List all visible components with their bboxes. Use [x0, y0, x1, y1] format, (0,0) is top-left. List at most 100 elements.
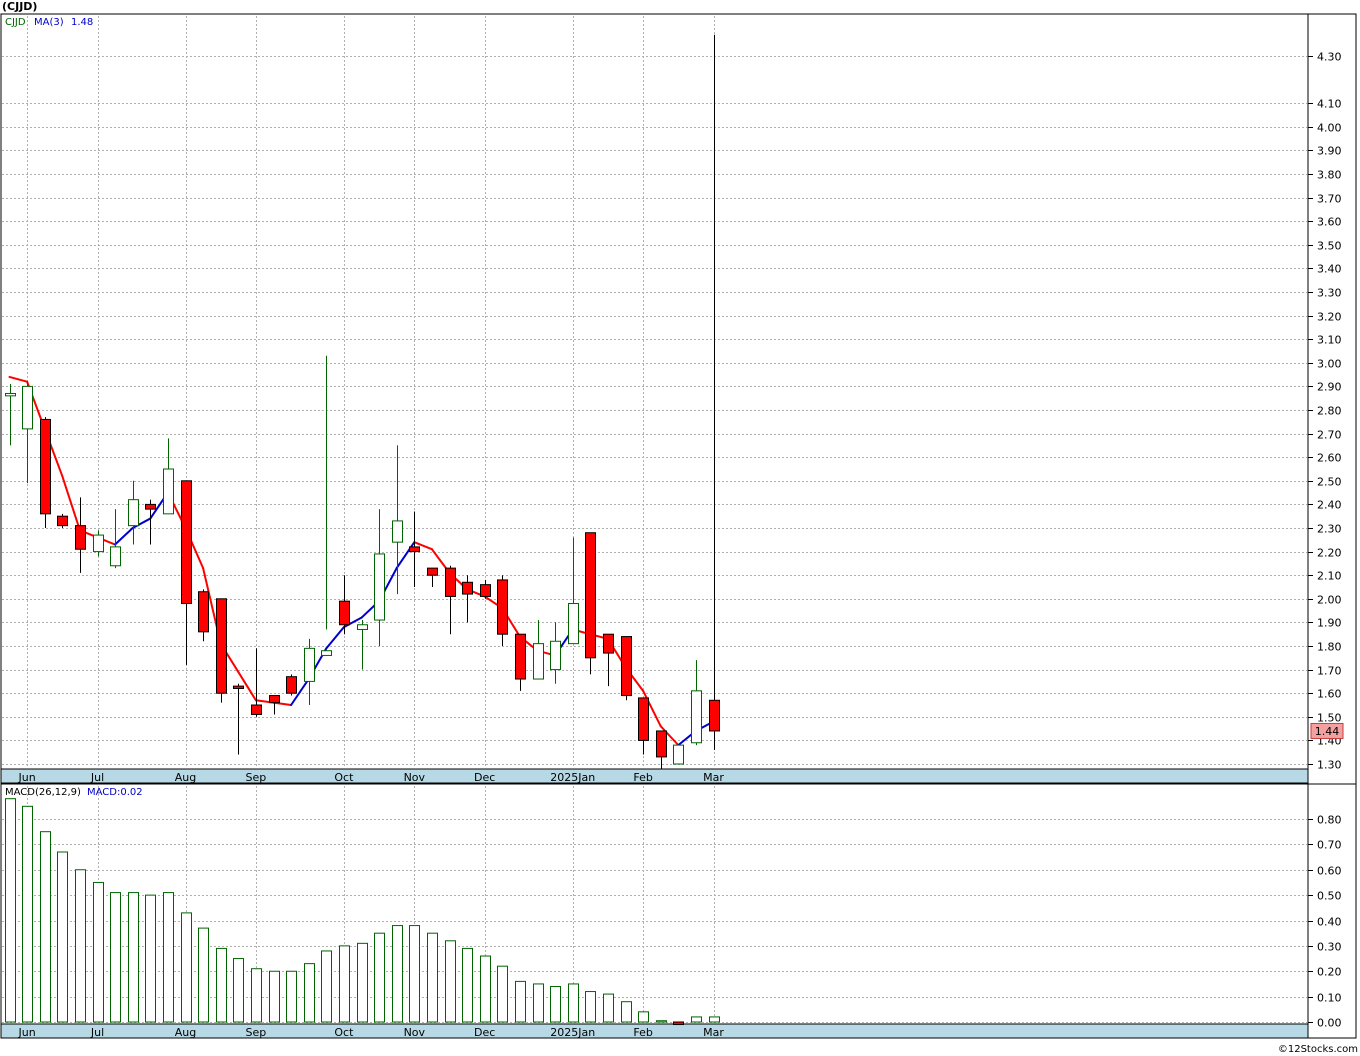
- candle-body-down: [251, 704, 262, 715]
- candle-body-down: [638, 697, 649, 741]
- macd-month-label: Sep: [246, 1026, 267, 1039]
- price-tick-label: 2.00: [1317, 594, 1342, 607]
- macd-bar: [603, 993, 614, 1023]
- price-tick-label: 2.40: [1317, 499, 1342, 512]
- candle-body-down: [181, 480, 192, 605]
- candle-body-down: [462, 581, 473, 595]
- candle: [427, 567, 438, 587]
- candle: [5, 384, 16, 446]
- candle-body-down: [656, 730, 667, 758]
- candle-body-down: [585, 532, 596, 659]
- macd-tick-label: 0.70: [1317, 839, 1342, 852]
- macd-bar: [145, 894, 156, 1023]
- candle: [691, 660, 702, 746]
- ma-segment: [325, 626, 345, 650]
- macd-bar: [462, 947, 473, 1023]
- candle: [497, 575, 508, 646]
- macd-bar: [480, 955, 491, 1023]
- candle-body-down: [409, 546, 420, 553]
- candle-body-up: [568, 603, 579, 645]
- macd-bar: [550, 985, 561, 1023]
- candle: [321, 355, 332, 656]
- candle-body-down: [286, 676, 297, 694]
- macd-bar: [110, 892, 121, 1023]
- candle: [40, 417, 51, 528]
- macd-bar: [427, 932, 438, 1023]
- macd-tick-label: 0.10: [1317, 992, 1342, 1005]
- macd-bar: [568, 983, 579, 1023]
- price-month-label: 2025Jan: [550, 771, 595, 784]
- site-credit: ©12Stocks.com: [1278, 1044, 1358, 1055]
- macd-bars: [5, 798, 720, 1026]
- candle: [269, 695, 280, 715]
- macd-bar: [198, 927, 209, 1023]
- candle-body-up: [93, 534, 104, 553]
- candle: [251, 648, 262, 717]
- candle-body-up: [374, 553, 385, 621]
- macd-bar: [181, 912, 192, 1023]
- candle-body-up: [357, 624, 368, 630]
- candle: [110, 509, 121, 569]
- price-tick-label: 1.60: [1317, 688, 1342, 701]
- price-tick-label: 2.50: [1317, 476, 1342, 489]
- macd-month-label: 2025Jan: [550, 1026, 595, 1039]
- macd-month-label: Feb: [633, 1026, 652, 1039]
- candle: [462, 575, 473, 623]
- candle: [233, 683, 244, 755]
- candle-body-down: [621, 636, 632, 697]
- candle-body-up: [128, 499, 139, 527]
- candle: [128, 480, 139, 545]
- macd-bar: [445, 940, 456, 1023]
- macd-bar: [75, 869, 86, 1023]
- price-tick-label: 2.70: [1317, 429, 1342, 442]
- candle-body-up: [304, 647, 315, 682]
- macd-month-label: Aug: [175, 1026, 196, 1039]
- ma-segment: [8, 375, 29, 383]
- price-tick-label: 2.80: [1317, 405, 1342, 418]
- candle-body-down: [445, 567, 456, 597]
- price-month-label: Nov: [404, 771, 426, 784]
- candle: [621, 636, 632, 701]
- chart-title: (CJJD): [2, 0, 37, 13]
- price-month-label: Jul: [90, 771, 104, 784]
- candle: [638, 697, 649, 755]
- candle-body-down: [515, 633, 526, 680]
- candle-body-up: [691, 690, 702, 744]
- candle-body-up: [163, 468, 174, 515]
- macd-bar: [673, 1021, 684, 1026]
- macd-bar: [251, 968, 262, 1023]
- candle: [198, 589, 209, 642]
- macd-bar: [585, 991, 596, 1023]
- price-tick-label: 1.80: [1317, 641, 1342, 654]
- price-tick-label: 3.00: [1317, 358, 1342, 371]
- price-tick-label: 2.30: [1317, 523, 1342, 536]
- price-month-label: Feb: [633, 771, 652, 784]
- candle-body-down: [216, 598, 227, 694]
- candle-body-down: [75, 525, 86, 550]
- price-month-label: Aug: [175, 771, 196, 784]
- candle: [163, 438, 174, 515]
- price-tick-label: 2.20: [1317, 547, 1342, 560]
- candlesticks: [5, 34, 720, 769]
- candle-body-down: [198, 591, 209, 633]
- candle-body-down: [480, 584, 491, 597]
- current-price-label: 1.44: [1315, 725, 1340, 738]
- macd-tick-label: 0.30: [1317, 941, 1342, 954]
- price-month-label: Mar: [703, 771, 724, 784]
- macd-tick-label: 0.20: [1317, 966, 1342, 979]
- price-tick-label: 3.70: [1317, 193, 1342, 206]
- price-month-axis-band: [0, 768, 1309, 784]
- legend-macd-value: MACD:0.02: [87, 787, 143, 798]
- candle: [75, 497, 86, 573]
- candle: [709, 34, 720, 750]
- price-tick-label: 4.00: [1317, 122, 1342, 135]
- price-tick-label: 3.20: [1317, 311, 1342, 324]
- price-tick-label: 3.90: [1317, 145, 1342, 158]
- candle: [145, 499, 156, 545]
- price-tick-label: 3.50: [1317, 240, 1342, 253]
- candle-body-down: [427, 567, 438, 576]
- macd-bar: [515, 980, 526, 1023]
- price-y-axis: 1.301.401.501.601.701.801.902.002.102.20…: [1308, 51, 1342, 772]
- ma-segment: [395, 541, 416, 570]
- candle-body-down: [709, 699, 720, 732]
